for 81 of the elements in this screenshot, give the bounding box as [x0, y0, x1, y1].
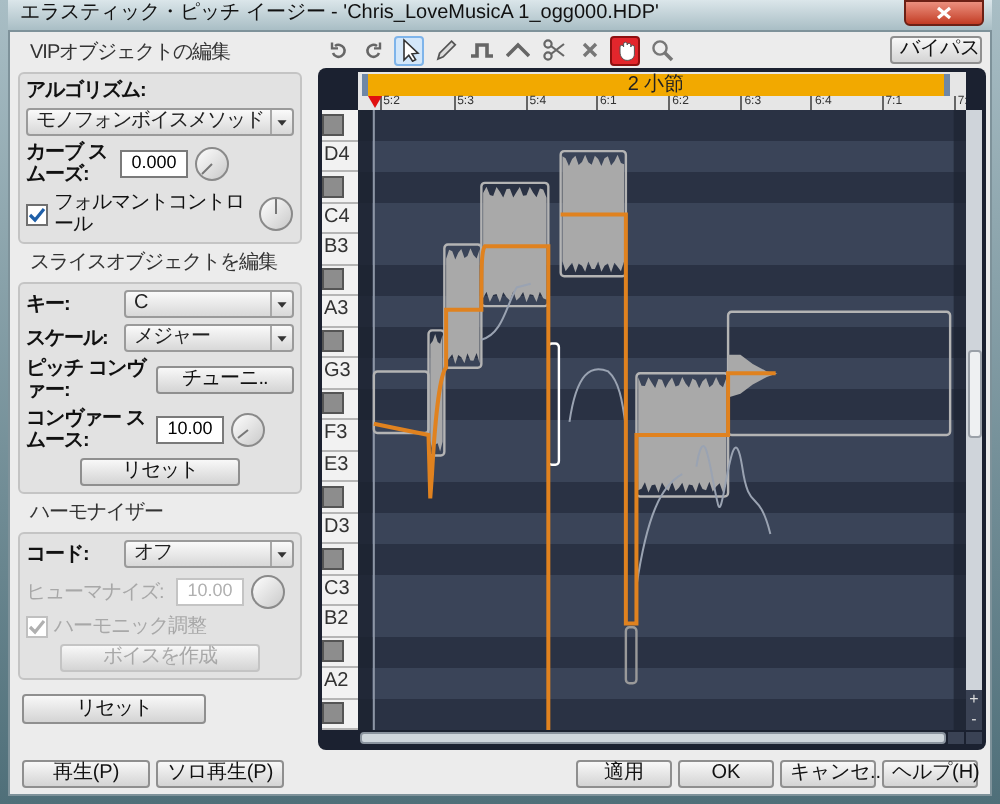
- field-label: スケール:: [26, 327, 110, 349]
- play-button[interactable]: 再生(P): [22, 760, 150, 788]
- search-icon: [649, 38, 673, 62]
- waveform: [728, 354, 778, 398]
- knob[interactable]: [258, 196, 294, 232]
- field-label: キー:: [26, 293, 72, 315]
- number-field[interactable]: 10.00: [156, 416, 224, 444]
- sharp-key[interactable]: [322, 268, 344, 291]
- play-button[interactable]: ソロ再生(P): [156, 760, 284, 788]
- step-line-icon: [469, 38, 493, 62]
- sharp-key[interactable]: [322, 175, 344, 198]
- caret-icon: [270, 326, 292, 350]
- dialog-button[interactable]: 適用: [576, 760, 672, 788]
- chord-dropdown[interactable]: オフ: [124, 540, 294, 568]
- key-dropdown[interactable]: C: [124, 290, 294, 318]
- note-block[interactable]: [480, 181, 550, 308]
- dialog-button[interactable]: ヘルプ(H): [882, 760, 978, 788]
- algorithm-dropdown[interactable]: モノフォンボイスメソッド: [26, 108, 294, 136]
- note-segment[interactable]: [624, 626, 638, 685]
- tune-button[interactable]: チューニ..: [156, 366, 294, 394]
- sharp-key[interactable]: [322, 640, 344, 663]
- sharp-key[interactable]: [322, 392, 344, 415]
- zoom-tool-button[interactable]: [646, 35, 676, 65]
- horizontal-scrollbar[interactable]: [360, 732, 946, 744]
- field-label: ハーモニック調整: [54, 616, 206, 638]
- field-label: カーブ スムーズ:: [26, 142, 109, 186]
- redo-icon: [361, 38, 385, 62]
- scissors-tool-button[interactable]: [538, 35, 568, 65]
- pitch-correction-line[interactable]: [371, 212, 778, 730]
- knob[interactable]: [230, 412, 266, 448]
- pitch-editor-grid[interactable]: [358, 110, 966, 730]
- note-block[interactable]: [372, 370, 430, 435]
- reset-button[interactable]: リセット: [22, 694, 206, 724]
- pencil-icon: [433, 38, 457, 62]
- vertical-scrollbar[interactable]: + -: [966, 110, 982, 730]
- caret-icon: [270, 292, 292, 316]
- sharp-key[interactable]: [322, 113, 344, 136]
- section-title: ハーモナイザー: [28, 500, 165, 526]
- knob[interactable]: [250, 574, 286, 610]
- hand-icon: [613, 38, 637, 62]
- field-label: コード:: [26, 543, 91, 565]
- note-block[interactable]: [726, 310, 952, 437]
- scale-dropdown[interactable]: メジャー: [124, 324, 294, 352]
- field-label: フォルマントコントロール: [54, 192, 246, 236]
- scrollbar-thumb[interactable]: [967, 350, 981, 438]
- close-button[interactable]: [904, 0, 984, 26]
- dialog-button[interactable]: OK: [678, 760, 774, 788]
- field-label: アルゴリズム:: [26, 80, 148, 102]
- sharp-key[interactable]: [322, 330, 344, 353]
- reset-button[interactable]: リセット: [80, 458, 240, 486]
- window-title: エラスティック・ピッチ イージー - 'Chris_LoveMusicA 1_ogg000.HDP': [20, 0, 659, 28]
- select-tool-button[interactable]: [394, 35, 424, 65]
- number-field[interactable]: 0.000: [120, 150, 188, 178]
- field-label: ピッチ コンヴァー:: [26, 358, 149, 402]
- pointer-icon: [397, 38, 421, 62]
- loop-region-bar[interactable]: 2 小節: [362, 74, 950, 96]
- zoom-button[interactable]: +: [966, 690, 982, 710]
- close-icon: [936, 6, 952, 20]
- note-block[interactable]: [427, 329, 446, 457]
- undo-icon: [325, 38, 349, 62]
- section-title: VIPオブジェクトの編集: [28, 40, 233, 66]
- checkbox[interactable]: [26, 203, 48, 225]
- hand-tool-button[interactable]: [610, 35, 640, 65]
- selected-note-segment[interactable]: [547, 342, 561, 466]
- zoom-button[interactable]: -: [966, 710, 982, 730]
- bypass-button[interactable]: バイパス: [890, 36, 982, 64]
- knob[interactable]: [194, 146, 230, 182]
- section-title: スライスオブジェクトを編集: [28, 250, 279, 276]
- field-label: コンヴァー スムース:: [26, 408, 147, 452]
- caret-icon: [270, 110, 292, 134]
- field-label: ヒューマナイズ:: [26, 581, 166, 603]
- sharp-key[interactable]: [322, 547, 344, 570]
- dialog-button[interactable]: キャンセ..: [780, 760, 876, 788]
- sharp-key[interactable]: [322, 702, 344, 725]
- caret-icon: [270, 542, 292, 566]
- note-block[interactable]: [559, 149, 628, 278]
- cross-icon: [577, 38, 601, 62]
- scissors-icon: [541, 38, 565, 62]
- sharp-key[interactable]: [322, 485, 344, 508]
- note-block[interactable]: [443, 243, 483, 369]
- peak-line-icon: [505, 38, 529, 62]
